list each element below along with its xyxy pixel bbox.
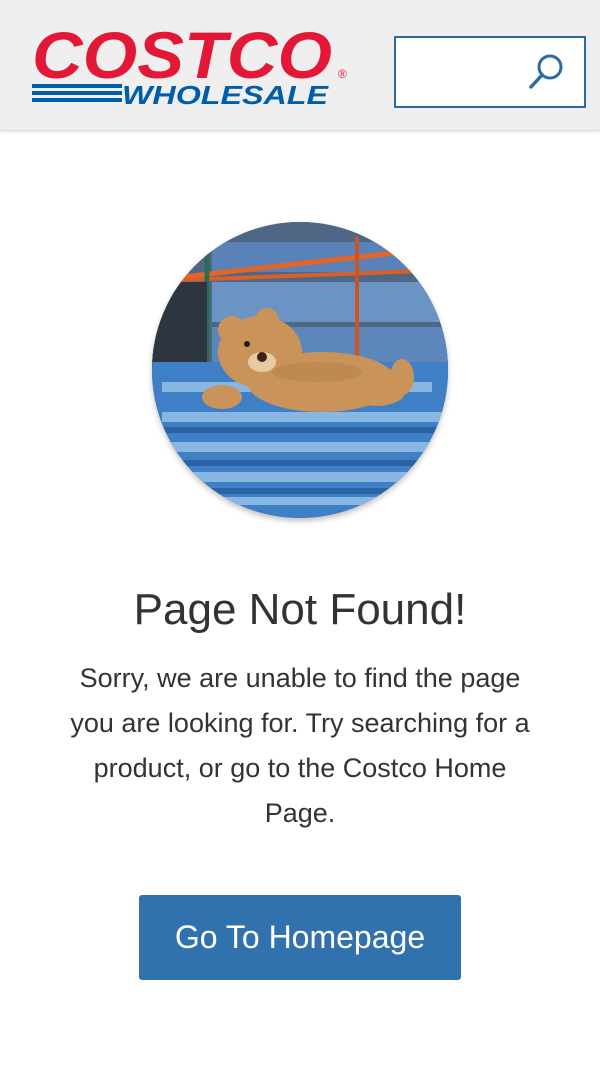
costco-logo[interactable]: COSTCO ® WHOLESALE (30, 20, 350, 112)
logo-text-wholesale: WHOLESALE (122, 80, 329, 110)
search-box (394, 36, 586, 108)
site-header: COSTCO ® WHOLESALE (0, 0, 600, 131)
search-button[interactable] (526, 50, 570, 94)
registered-mark: ® (338, 67, 347, 81)
error-message: Sorry, we are unable to find the page yo… (70, 663, 530, 828)
search-input[interactable] (404, 46, 518, 100)
page-title: Page Not Found! (133, 585, 467, 634)
costco-logo-graphic: COSTCO ® WHOLESALE (32, 20, 347, 110)
teddy-bear-photo (152, 222, 448, 518)
go-to-homepage-button[interactable]: Go To Homepage (139, 895, 461, 980)
teddy-bear-photo-graphic (152, 222, 448, 518)
search-icon (529, 54, 563, 89)
